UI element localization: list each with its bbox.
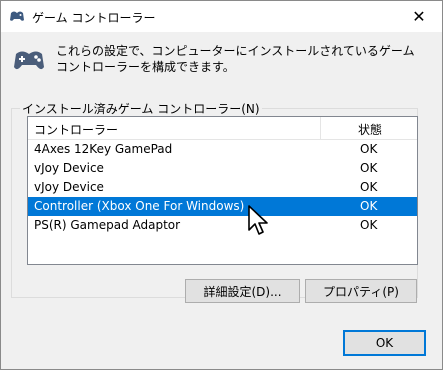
controller-status: OK (360, 142, 378, 156)
controller-list[interactable]: コントローラー 状態 4Axes 12Key GamePad OK vJoy D… (27, 116, 418, 265)
column-header-status[interactable]: 状態 (358, 121, 382, 138)
ok-button[interactable]: OK (343, 330, 426, 356)
window-title: ゲーム コントローラー (32, 11, 156, 25)
controller-status: OK (360, 199, 378, 213)
list-header: コントローラー 状態 (28, 117, 417, 140)
controller-name: vJoy Device (34, 161, 104, 175)
properties-button[interactable]: プロパティ(P) (305, 279, 417, 303)
controller-name: PS(R) Gamepad Adaptor (34, 218, 181, 232)
controller-status: OK (360, 180, 378, 194)
gamepad-icon (10, 11, 24, 21)
description-text: これらの設定で、コンピューターにインストールされているゲーム コントローラーを構… (56, 44, 415, 74)
controller-name: 4Axes 12Key GamePad (34, 142, 173, 156)
controller-name: vJoy Device (34, 180, 104, 194)
column-header-controller[interactable]: コントローラー (34, 121, 118, 138)
list-item[interactable]: PS(R) Gamepad Adaptor OK (28, 216, 417, 235)
mouse-cursor-icon (248, 205, 268, 235)
controller-name: Controller (Xbox One For Windows) (34, 199, 245, 213)
gamepad-icon (14, 51, 44, 70)
dialog-body: これらの設定で、コンピューターにインストールされているゲーム コントローラーを構… (1, 32, 442, 369)
controller-status: OK (360, 161, 378, 175)
list-item[interactable]: vJoy Device OK (28, 159, 417, 178)
group-label: インストール済みゲーム コントローラー(N) (22, 102, 260, 116)
close-button[interactable]: ✕ (396, 1, 442, 32)
close-icon: ✕ (412, 7, 426, 26)
list-item[interactable]: vJoy Device OK (28, 178, 417, 197)
list-item-selected[interactable]: Controller (Xbox One For Windows) OK (28, 197, 417, 216)
list-item[interactable]: 4Axes 12Key GamePad OK (28, 140, 417, 159)
controller-status: OK (360, 218, 378, 232)
title-bar: ゲーム コントローラー ✕ (1, 1, 442, 32)
advanced-settings-button[interactable]: 詳細設定(D)... (185, 279, 300, 303)
column-divider[interactable] (320, 117, 321, 139)
game-controllers-dialog: ゲーム コントローラー ✕ これらの設定で、コンピューターにインストールされてい… (0, 0, 443, 370)
